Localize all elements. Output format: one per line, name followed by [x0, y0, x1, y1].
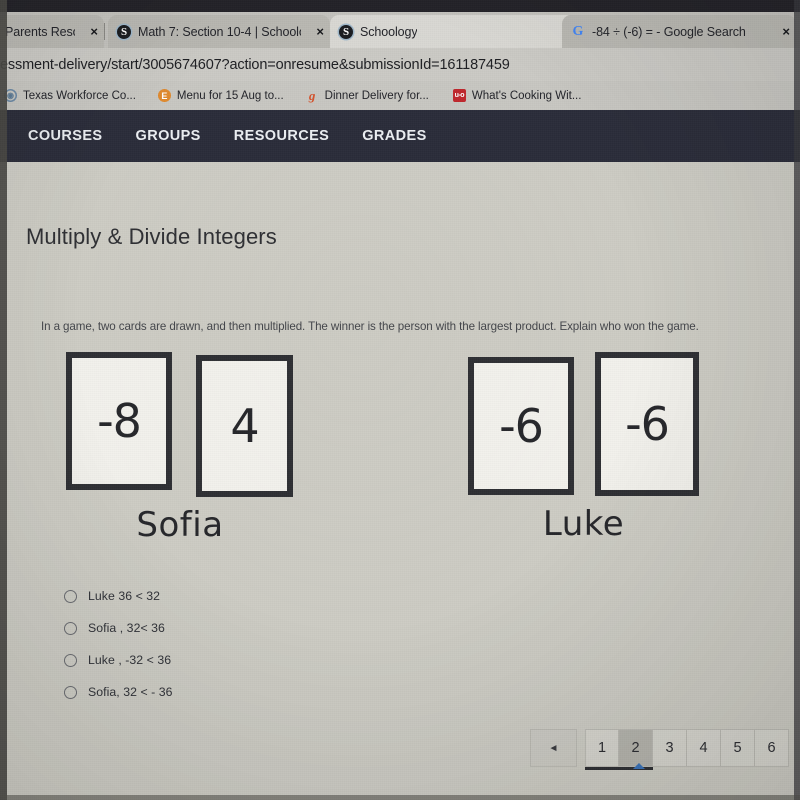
- pagination-prev-button[interactable]: ◄: [530, 729, 577, 767]
- schoology-icon: S: [339, 24, 353, 39]
- bookmark-texas-workforce[interactable]: ◉ Texas Workforce Co...: [0, 89, 145, 102]
- browser-tab-2[interactable]: S Math 7: Section 10-4 | Schoology ×: [108, 15, 330, 48]
- answer-option-label: Luke 36 < 32: [88, 589, 161, 603]
- pagination-page-5[interactable]: 5: [721, 729, 755, 767]
- page-title: Multiply & Divide Integers: [26, 224, 277, 249]
- browser-screenshot-photo: Parents Resou × S Math 7: Section 10-4 |…: [0, 0, 800, 800]
- answer-option-label: Sofia , 32< 36: [88, 621, 165, 635]
- address-bar-url: essment-delivery/start/3005674607?action…: [0, 56, 510, 73]
- player-group-sofia: -8 4 Sofia: [66, 352, 294, 545]
- photo-left-edge: [0, 0, 7, 800]
- radio-button-icon[interactable]: [64, 685, 77, 699]
- cards-row: -6 -6: [468, 352, 699, 496]
- schoology-icon: S: [117, 24, 131, 39]
- pagination-page-2[interactable]: 2: [619, 729, 653, 767]
- orange-circle-icon: E: [157, 89, 171, 102]
- browser-tab-4[interactable]: G -84 ÷ (-6) = - Google Search ×: [562, 15, 796, 48]
- cards-row: -8 4: [66, 352, 294, 497]
- bookmark-menu-for-aug[interactable]: E Menu for 15 Aug to...: [145, 89, 293, 102]
- answer-options-list: Luke 36 < 32 Sofia , 32< 36 Luke , -32 <…: [64, 580, 173, 708]
- answer-option-4[interactable]: Sofia, 32 < - 36: [64, 676, 173, 708]
- pagination-pages: 1 2 3 4 5 6: [585, 729, 789, 770]
- pagination-current-marker-icon: [633, 763, 645, 769]
- bookmark-label: Texas Workforce Co...: [23, 89, 136, 102]
- pagination-control: ◄ 1 2 3 4 5 6: [530, 729, 789, 770]
- card-value: -6: [625, 397, 670, 451]
- nav-item-courses[interactable]: COURSES: [28, 128, 103, 144]
- player-name-sofia: Sofia: [136, 505, 224, 545]
- bookmarks-bar: ◉ Texas Workforce Co... E Menu for 15 Au…: [0, 81, 800, 110]
- nav-item-grades[interactable]: GRADES: [362, 128, 426, 144]
- bookmark-label: Menu for 15 Aug to...: [176, 89, 284, 102]
- card-figure: -8 4 Sofia -6 -6 Luke: [0, 352, 800, 547]
- tab-close-icon[interactable]: ×: [774, 24, 790, 39]
- card-luke-2: -6: [595, 352, 699, 496]
- google-icon: G: [572, 23, 584, 39]
- photo-right-edge: [794, 0, 800, 800]
- schoology-main-nav: COURSES GROUPS RESOURCES GRADES: [0, 110, 800, 162]
- address-bar[interactable]: essment-delivery/start/3005674607?action…: [0, 48, 800, 81]
- card-sofia-1: -8: [66, 352, 172, 490]
- tab-title: Math 7: Section 10-4 | Schoology: [138, 24, 302, 39]
- pagination-page-6[interactable]: 6: [755, 729, 789, 767]
- browser-tab-strip: Parents Resou × S Math 7: Section 10-4 |…: [0, 12, 800, 48]
- card-value: -8: [97, 394, 142, 448]
- pagination-page-4[interactable]: 4: [687, 729, 721, 767]
- window-top-edge: [0, 0, 800, 12]
- tab-close-icon[interactable]: ×: [82, 24, 98, 39]
- card-luke-1: -6: [468, 357, 574, 495]
- player-group-luke: -6 -6 Luke: [468, 352, 699, 544]
- question-prompt: In a game, two cards are drawn, and then…: [41, 320, 699, 333]
- radio-button-icon[interactable]: [64, 621, 77, 635]
- browser-tab-3-active[interactable]: S Schoology ×: [330, 15, 576, 48]
- tab-title: Schoology: [360, 24, 418, 39]
- bookmark-whats-cooking[interactable]: u-o What's Cooking Wit...: [438, 89, 591, 102]
- answer-option-3[interactable]: Luke , -32 < 36: [64, 644, 173, 676]
- browser-tab-1[interactable]: Parents Resou ×: [0, 15, 104, 48]
- card-value: 4: [230, 399, 259, 453]
- answer-option-2[interactable]: Sofia , 32< 36: [64, 612, 173, 644]
- nav-item-resources[interactable]: RESOURCES: [234, 128, 329, 144]
- tab-close-icon[interactable]: ×: [308, 24, 324, 39]
- bookmark-label: Dinner Delivery for...: [324, 89, 429, 102]
- card-sofia-2: 4: [196, 355, 293, 497]
- radio-button-icon[interactable]: [64, 589, 77, 603]
- player-name-luke: Luke: [542, 504, 625, 544]
- pagination-page-3[interactable]: 3: [653, 729, 687, 767]
- assessment-page: Multiply & Divide Integers In a game, tw…: [0, 162, 800, 800]
- tab-title: Parents Resou: [5, 24, 75, 39]
- tab-title: -84 ÷ (-6) = - Google Search: [592, 24, 746, 39]
- answer-option-label: Luke , -32 < 36: [88, 653, 172, 667]
- grubhub-icon: g: [308, 87, 316, 103]
- answer-option-label: Sofia, 32 < - 36: [88, 685, 173, 699]
- nav-item-groups[interactable]: GROUPS: [136, 128, 201, 144]
- answer-option-1[interactable]: Luke 36 < 32: [64, 580, 173, 612]
- card-value: -6: [499, 399, 544, 453]
- radio-button-icon[interactable]: [64, 653, 77, 667]
- red-square-icon: u-o: [452, 89, 466, 102]
- pagination-page-1[interactable]: 1: [585, 729, 619, 767]
- photo-bottom-edge: [0, 795, 800, 800]
- tab-divider: [104, 23, 105, 40]
- bookmark-dinner-delivery[interactable]: g Dinner Delivery for...: [293, 87, 438, 103]
- bookmark-label: What's Cooking Wit...: [471, 89, 582, 102]
